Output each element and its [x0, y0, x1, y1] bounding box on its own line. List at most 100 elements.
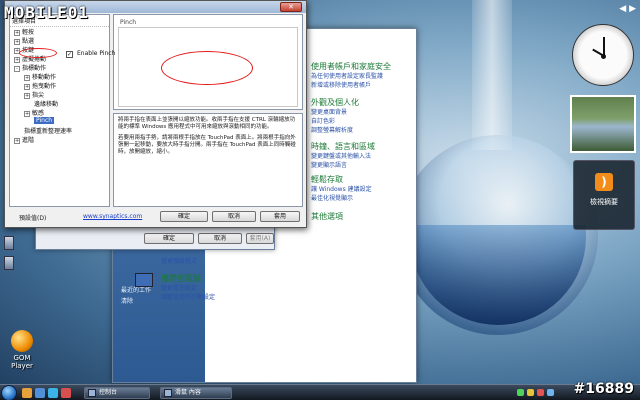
tree-item[interactable]: + 輕按 — [14, 27, 34, 36]
desktop-icon[interactable] — [4, 256, 14, 270]
taskbar-button-label: 控制台 — [99, 389, 118, 396]
expand-icon[interactable]: + — [14, 138, 20, 144]
dialog-footer: 預設值(D) www.synaptics.com 確定 取消 套用 — [5, 209, 306, 227]
description-panel: 將兩手指在表面上並張開以縮放功能。收兩手指在支援 CTRL 滾輪縮放功能的標準 … — [113, 113, 303, 207]
tree-item[interactable]: + 指尖 — [24, 90, 44, 99]
settings-section-label: Pinch — [120, 19, 137, 26]
taskbar-button-label: 滑鼠 內容 — [175, 389, 201, 396]
category-link[interactable]: 變更桌面背景 — [311, 108, 359, 117]
taskbar-button-control-panel[interactable]: 控制台 — [84, 387, 150, 399]
tree-item-label[interactable]: 指尖 — [32, 92, 44, 99]
annotation-ellipse — [19, 48, 57, 58]
default-button[interactable]: 預設值(D) — [19, 213, 46, 222]
laptop-icon — [135, 273, 153, 287]
category-link[interactable]: 變更鍵盤或其他輸入法 — [311, 152, 375, 161]
category-link[interactable]: 最佳化視覺顯示 — [311, 194, 372, 203]
sidebar-nav-arrows[interactable]: ◀ ▶ — [600, 4, 636, 16]
gom-player-shortcut[interactable]: GOM Player — [2, 330, 42, 370]
category-mobile-pc[interactable]: 攜帶型電腦 變更電池設定 調整常用的行動設定 — [161, 273, 215, 302]
enable-pinch-label[interactable]: Enable Pinch — [77, 50, 115, 57]
rss-icon: ) — [595, 173, 613, 191]
desktop-icon[interactable] — [4, 236, 14, 250]
category-additional-options[interactable]: 其他選項 — [311, 211, 343, 222]
category-title[interactable]: 使用者帳戶和家庭安全 — [311, 61, 391, 72]
ok-button[interactable]: 確定 — [160, 211, 208, 222]
enable-pinch-checkbox[interactable]: ✓ — [66, 51, 73, 58]
tree-item-label[interactable]: 指標動作 — [22, 65, 46, 72]
cancel-button[interactable]: 取消 — [212, 211, 256, 222]
gom-player-icon — [11, 330, 33, 352]
category-link[interactable]: 調整螢幕解析度 — [311, 126, 359, 135]
tree-item[interactable]: + 移動動作 — [24, 72, 56, 81]
category-link[interactable]: 讓 Windows 建議設定 — [311, 185, 372, 194]
feed-view-label[interactable]: 檢視摘要 — [574, 197, 634, 207]
taskbar-button-mouse-properties[interactable]: 滑鼠 內容 — [160, 387, 232, 399]
category-appearance[interactable]: 外觀及個人化 變更桌面背景 自訂色彩 調整螢幕解析度 — [311, 97, 359, 135]
category-title[interactable]: 其他選項 — [311, 211, 343, 222]
tree-item[interactable]: 指標重新整理速率 — [24, 126, 72, 135]
tree-item[interactable]: + 敏感 — [24, 108, 44, 117]
gom-player-label: GOM Player — [11, 354, 33, 370]
tree-item-label[interactable]: 輕按 — [22, 29, 34, 36]
tree-item[interactable]: + 進階 — [14, 135, 34, 144]
taskbar: 控制台 滑鼠 內容 — [0, 384, 640, 400]
expand-icon[interactable]: + — [24, 111, 30, 117]
category-link[interactable]: 變更電池設定 — [161, 284, 215, 293]
category-title[interactable]: 時鐘、語言和區域 — [311, 141, 375, 152]
tree-item[interactable]: 邊緣移動 — [34, 99, 58, 108]
category-link[interactable]: 變更顯示語言 — [311, 161, 375, 170]
tree-item[interactable]: - 指標動作 — [14, 63, 46, 72]
expand-icon[interactable]: + — [24, 93, 30, 99]
tree-item-selected[interactable]: Pinch — [34, 117, 55, 124]
desktop-wallpaper-flask-neck — [472, 0, 512, 150]
quick-launch-icon[interactable] — [22, 388, 32, 398]
mouse-icon — [164, 389, 172, 397]
tree-item-label[interactable]: 點選 — [22, 38, 34, 45]
category-link[interactable]: 自訂色彩 — [311, 117, 359, 126]
tree-item-label[interactable]: 敏感 — [32, 110, 44, 117]
tree-item-label[interactable]: 邊緣移動 — [34, 101, 58, 108]
apply-button[interactable]: 套用 — [260, 211, 300, 222]
category-link[interactable]: 為任何使用者設定家長監護 — [311, 72, 391, 81]
annotation-ellipse — [161, 51, 253, 85]
category-title[interactable]: 攜帶型電腦 — [161, 273, 215, 284]
start-button[interactable] — [1, 385, 17, 400]
category-default-programs[interactable]: 變更預設程式 — [161, 257, 197, 266]
security-icon[interactable] — [537, 389, 544, 396]
quick-launch-icon[interactable] — [48, 388, 58, 398]
watermark-number: #16889 — [573, 381, 634, 397]
category-link[interactable]: 新增或移除使用者帳戶 — [311, 81, 391, 90]
category-user-accounts[interactable]: 使用者帳戶和家庭安全 為任何使用者設定家長監護 新增或移除使用者帳戶 — [311, 61, 391, 90]
close-button[interactable]: ✕ — [280, 2, 302, 12]
tree-item[interactable]: + 點選 — [14, 36, 34, 45]
tree-item-label[interactable]: 指標重新整理速率 — [24, 128, 72, 135]
tree-item-label[interactable]: 拖曳動作 — [32, 83, 56, 90]
category-title[interactable]: 輕鬆存取 — [311, 174, 372, 185]
quick-launch-icon[interactable] — [35, 388, 45, 398]
collapse-icon[interactable]: - — [14, 66, 20, 72]
volume-icon[interactable] — [527, 389, 534, 396]
category-link[interactable]: 變更預設程式 — [161, 257, 197, 266]
apply-button[interactable]: 套用(A) — [246, 233, 274, 244]
category-clock-language[interactable]: 時鐘、語言和區域 變更鍵盤或其他輸入法 變更顯示語言 — [311, 141, 375, 170]
category-link[interactable]: 調整常用的行動設定 — [161, 293, 215, 302]
ok-button[interactable]: 確定 — [144, 233, 194, 244]
quick-launch-icon[interactable] — [61, 388, 71, 398]
clear-link[interactable]: 清除 — [121, 296, 133, 305]
slideshow-gadget[interactable] — [570, 95, 636, 153]
touchpad-tray-icon[interactable] — [547, 389, 554, 396]
cancel-button[interactable]: 取消 — [198, 233, 242, 244]
tree-item-label[interactable]: Pinch — [34, 117, 55, 124]
category-ease-of-access[interactable]: 輕鬆存取 讓 Windows 建議設定 最佳化視覺顯示 — [311, 174, 372, 203]
tree-item[interactable]: + 拖曳動作 — [24, 81, 56, 90]
network-icon[interactable] — [517, 389, 524, 396]
feed-headlines-gadget[interactable]: ) 檢視摘要 — [573, 160, 635, 230]
system-tray — [515, 387, 567, 399]
synaptics-link[interactable]: www.synaptics.com — [83, 213, 142, 220]
watermark-logo: MOBILE01 — [4, 3, 90, 22]
category-title[interactable]: 外觀及個人化 — [311, 97, 359, 108]
clock-gadget[interactable] — [572, 24, 634, 86]
tree-item-label[interactable]: 移動動作 — [32, 74, 56, 81]
tree-item-label[interactable]: 進階 — [22, 137, 34, 144]
description-paragraph: 將兩手指在表面上並張開以縮放功能。收兩手指在支援 CTRL 滾輪縮放功能的標準 … — [118, 117, 296, 130]
